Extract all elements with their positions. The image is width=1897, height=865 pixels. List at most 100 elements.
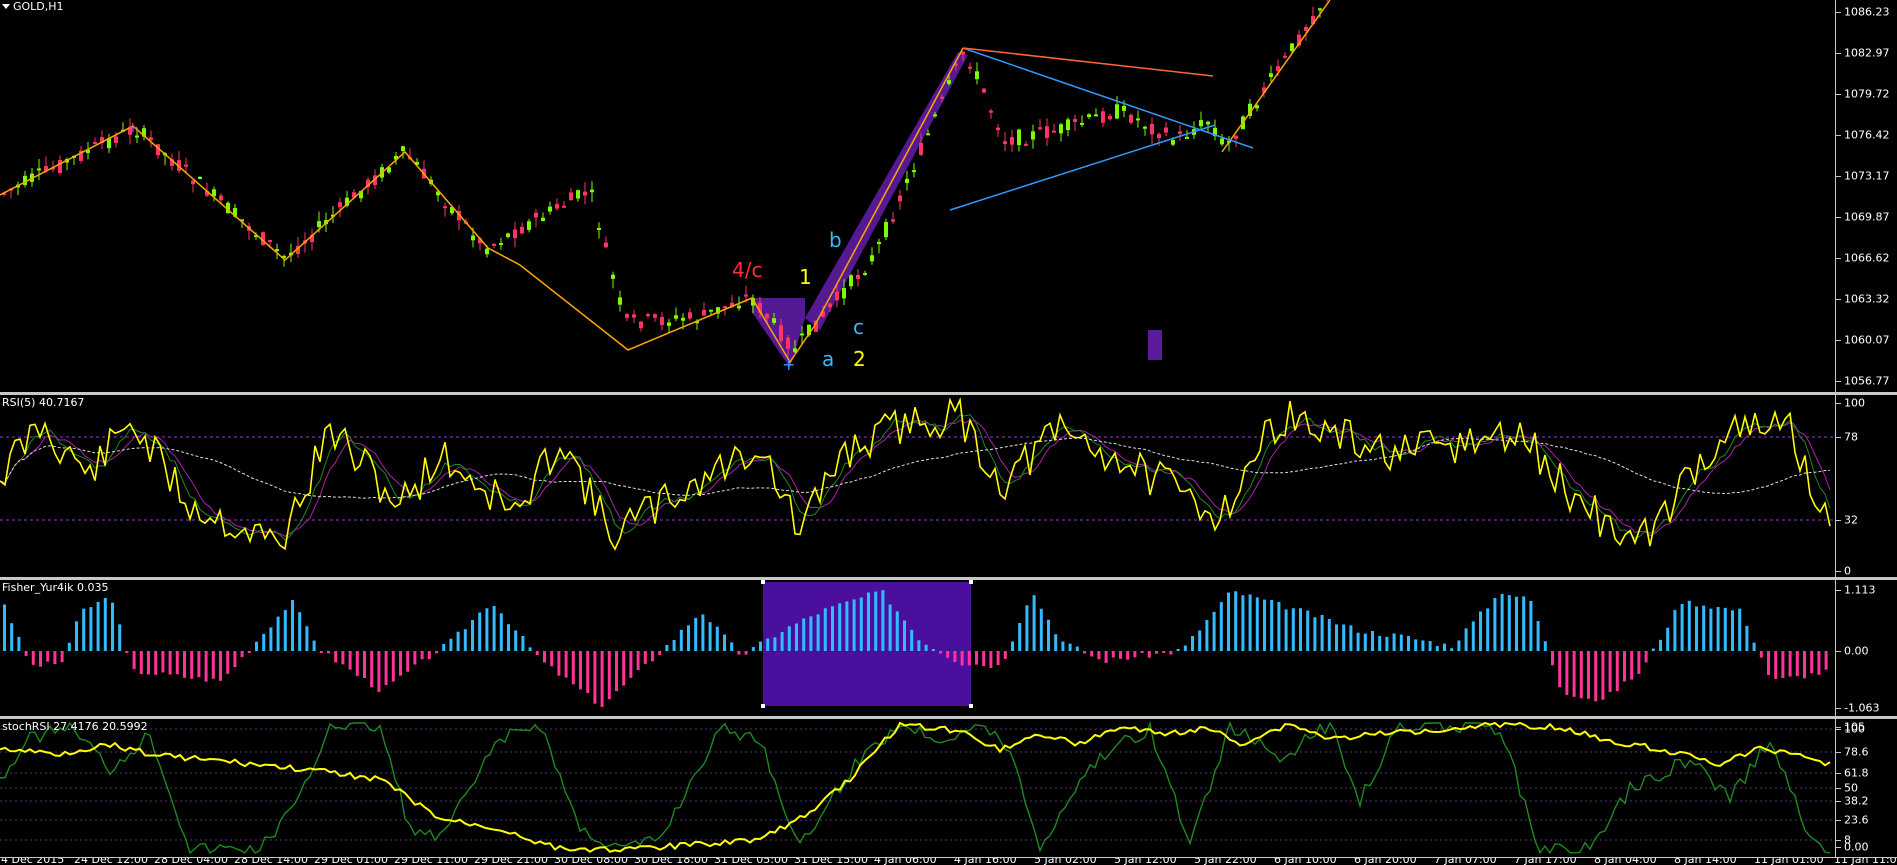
fisher-bar xyxy=(39,651,42,667)
fisher-bar xyxy=(550,651,554,667)
scale-tick-mark xyxy=(1836,12,1841,13)
fisher-bar xyxy=(1284,609,1288,651)
candle-body xyxy=(1122,106,1126,111)
wave-label: c xyxy=(853,315,864,339)
rsi-scale[interactable]: 100 78 32 0 xyxy=(1835,395,1897,577)
fisher-bar xyxy=(831,606,834,651)
scale-tick-mark xyxy=(1836,258,1841,259)
candle-body xyxy=(597,227,601,230)
stochrsi-plot[interactable] xyxy=(0,719,1835,857)
fisher-bar xyxy=(305,626,309,651)
scale-tick-mark xyxy=(1836,820,1841,821)
stochrsi-scale[interactable]: 105 100 78.6 61.8 50 38.2 23.6 8 0.00 xyxy=(1835,719,1897,857)
scale-tick-label: 1.113 xyxy=(1844,583,1876,597)
scale-tick-mark xyxy=(1836,590,1841,591)
fisher-bar xyxy=(298,612,302,651)
rsi-pane[interactable]: RSI(5) 40.7167 100 78 32 0 xyxy=(0,395,1897,577)
scale-tick-label: 78 xyxy=(1844,430,1858,444)
candle-body xyxy=(919,142,923,155)
fisher-pane[interactable]: Fisher_Yur4ik 0.035 1.113 0.00 -1.063 xyxy=(0,580,1897,716)
candle-body xyxy=(702,309,706,316)
fisher-bar xyxy=(1759,651,1763,658)
fisher-bar xyxy=(1651,648,1655,651)
candle-body xyxy=(1010,137,1014,145)
scale-tick-label: 1079.72 xyxy=(1844,87,1890,101)
fisher-bar xyxy=(838,603,842,651)
fisher-plot[interactable] xyxy=(0,580,1835,716)
fisher-bar xyxy=(60,651,64,663)
price-scale[interactable]: 1086.23 1082.97 1079.72 1076.42 1073.17 1069.… xyxy=(1835,0,1897,392)
scale-tick-label: 1069.87 xyxy=(1844,210,1890,224)
fisher-bar xyxy=(492,605,496,651)
candle-body xyxy=(639,321,643,329)
fisher-bar xyxy=(1716,607,1720,651)
candle-body xyxy=(1136,118,1140,121)
fisher-bar xyxy=(442,643,446,651)
rsi-plot[interactable] xyxy=(0,395,1835,577)
fisher-bar xyxy=(1493,597,1497,651)
candle-body xyxy=(737,305,741,309)
scale-tick-mark xyxy=(1836,403,1841,404)
fisher-bar xyxy=(377,651,381,692)
price-chart-pane[interactable]: GOLD,H1 + + 4/c 1 b c a 2 1086.23 1082.97 1079.7… xyxy=(0,0,1897,392)
stochrsi-pane[interactable]: stochRSI 27.4176 20.5992 105 100 78.6 61.8 5… xyxy=(0,719,1897,857)
scale-tick-label: 0.00 xyxy=(1844,644,1869,658)
candle-body xyxy=(583,191,587,196)
fisher-bar xyxy=(219,651,222,681)
fisher-bar xyxy=(1147,651,1151,658)
candle-body xyxy=(1094,114,1098,117)
scale-tick-mark xyxy=(1836,847,1841,848)
fisher-bar xyxy=(1529,600,1533,651)
fisher-bar xyxy=(1579,651,1583,699)
candle-body xyxy=(534,212,538,218)
candle-body xyxy=(576,190,580,199)
fisher-bar xyxy=(1155,651,1158,654)
fisher-bar xyxy=(312,640,316,651)
fisher-bar xyxy=(737,651,741,655)
fisher-bar xyxy=(1140,651,1144,653)
fisher-bar xyxy=(953,651,957,662)
candle-body xyxy=(1101,111,1105,123)
fisher-bar xyxy=(276,616,280,651)
candle-body xyxy=(849,275,853,287)
fisher-bar xyxy=(845,601,849,651)
fisher-scale[interactable]: 1.113 0.00 -1.063 xyxy=(1835,580,1897,716)
rsi-label: RSI(5) 40.7167 xyxy=(2,396,85,409)
candle-body xyxy=(541,217,545,221)
selection-handle xyxy=(969,704,973,708)
fisher-bar xyxy=(1018,622,1022,651)
fisher-bar xyxy=(600,651,604,707)
fisher-bar xyxy=(204,651,208,682)
fisher-bar xyxy=(579,651,582,690)
selection-handle xyxy=(761,704,765,708)
fisher-bar xyxy=(168,651,172,675)
candle-body xyxy=(618,297,622,305)
rsi-signal-line xyxy=(0,414,1831,541)
fisher-bar xyxy=(485,608,489,651)
scale-tick-label: 1060.07 xyxy=(1844,333,1890,347)
fisher-bar xyxy=(960,651,964,666)
candle-body xyxy=(933,114,937,117)
fisher-bar xyxy=(1407,635,1410,651)
fisher-bar xyxy=(1824,651,1828,670)
fisher-bar xyxy=(1803,651,1806,679)
candle-body xyxy=(646,314,650,317)
candle-body xyxy=(317,221,321,228)
candle-body xyxy=(401,146,405,152)
fisher-bar xyxy=(1443,643,1446,651)
fisher-bar xyxy=(1450,648,1454,651)
price-plot[interactable]: ++ xyxy=(0,0,1835,392)
wave-label: 1 xyxy=(799,265,812,289)
fisher-bar xyxy=(161,651,165,673)
fisher-bar xyxy=(658,651,662,655)
symbol-menu-icon[interactable] xyxy=(2,4,10,9)
fisher-bar xyxy=(1457,640,1461,651)
fisher-bar xyxy=(759,641,762,651)
purple-marker xyxy=(1148,330,1162,360)
fisher-bar xyxy=(809,616,813,651)
fisher-bar xyxy=(903,620,906,651)
fisher-bar xyxy=(103,597,107,651)
fisher-bar xyxy=(1572,651,1576,697)
fisher-bar xyxy=(975,651,978,665)
fisher-bar xyxy=(643,651,647,664)
